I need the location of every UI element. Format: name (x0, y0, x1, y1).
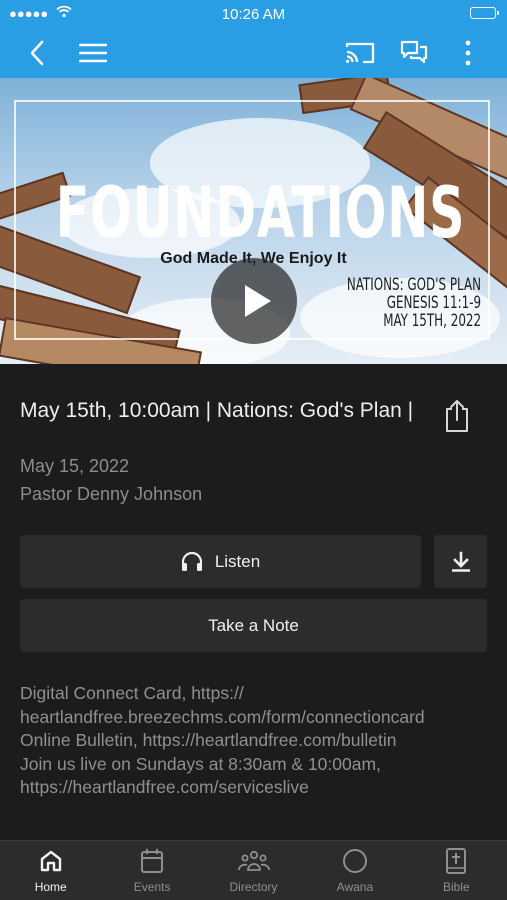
bible-icon (446, 848, 467, 874)
tab-label: Directory (229, 880, 278, 894)
tab-label: Home (34, 880, 67, 894)
share-button[interactable] (440, 398, 474, 434)
take-a-note-label: Take a Note (208, 615, 299, 635)
chat-button[interactable] (397, 36, 431, 70)
sermon-speaker: Pastor Denny Johnson (20, 484, 203, 504)
tab-bible[interactable]: Bible (406, 841, 507, 900)
sermon-title: May 15th, 10:00am | Nations: God's Plan … (20, 399, 414, 422)
tab-directory[interactable]: Directory (203, 841, 304, 900)
cast-icon (345, 42, 375, 64)
top-navigation-bar (0, 28, 507, 78)
status-time: 10:26 AM (221, 6, 286, 23)
circle-icon (342, 849, 367, 873)
battery-icon (470, 7, 499, 19)
bottom-tab-bar: Home Events Directory Awana Bible (0, 840, 507, 900)
headphones-icon (181, 551, 202, 571)
sermon-info-line: MAY 15TH, 2022 (383, 311, 481, 331)
more-options-button[interactable] (451, 36, 485, 70)
sermon-details: May 15th, 10:00am | Nations: God's Plan … (0, 364, 507, 840)
cast-button[interactable] (343, 36, 377, 70)
sermon-info-line: NATIONS: GOD'S PLAN (346, 275, 481, 295)
download-button[interactable] (434, 535, 487, 588)
sermon-description: Digital Connect Card, https:// heartland… (20, 683, 425, 797)
sermon-info-block: NATIONS: GOD'S PLAN GENESIS 11:1-9 MAY 1… (347, 276, 481, 330)
hamburger-icon (79, 43, 107, 63)
chat-icon (400, 40, 428, 64)
menu-button[interactable] (76, 36, 110, 70)
tab-home[interactable]: Home (0, 841, 101, 900)
tab-label: Bible (442, 880, 470, 894)
tab-awana[interactable]: Awana (304, 841, 405, 900)
sermon-date: May 15, 2022 (20, 456, 130, 476)
status-bar: ●●●●● 10:26 AM (0, 0, 507, 28)
tab-label: Events (133, 880, 171, 894)
sermon-info-line: GENESIS 11:1-9 (386, 293, 481, 313)
more-vertical-icon (465, 40, 471, 66)
tab-label: Awana (336, 880, 374, 894)
play-icon[interactable] (211, 258, 297, 344)
sermon-video-thumbnail[interactable]: FOUNDATIONS God Made It, We Enjoy It NAT… (0, 78, 507, 364)
back-button[interactable] (20, 36, 54, 70)
home-icon (40, 850, 61, 872)
share-icon (446, 400, 468, 432)
chevron-left-icon (30, 40, 44, 66)
download-icon (451, 551, 470, 572)
people-icon (237, 850, 270, 871)
tab-events[interactable]: Events (101, 841, 202, 900)
calendar-icon (141, 849, 164, 873)
listen-label: Listen (214, 551, 261, 571)
take-a-note-button[interactable]: Take a Note (20, 599, 487, 652)
series-title: FOUNDATIONS (55, 172, 466, 254)
listen-button[interactable]: Listen (20, 535, 421, 588)
